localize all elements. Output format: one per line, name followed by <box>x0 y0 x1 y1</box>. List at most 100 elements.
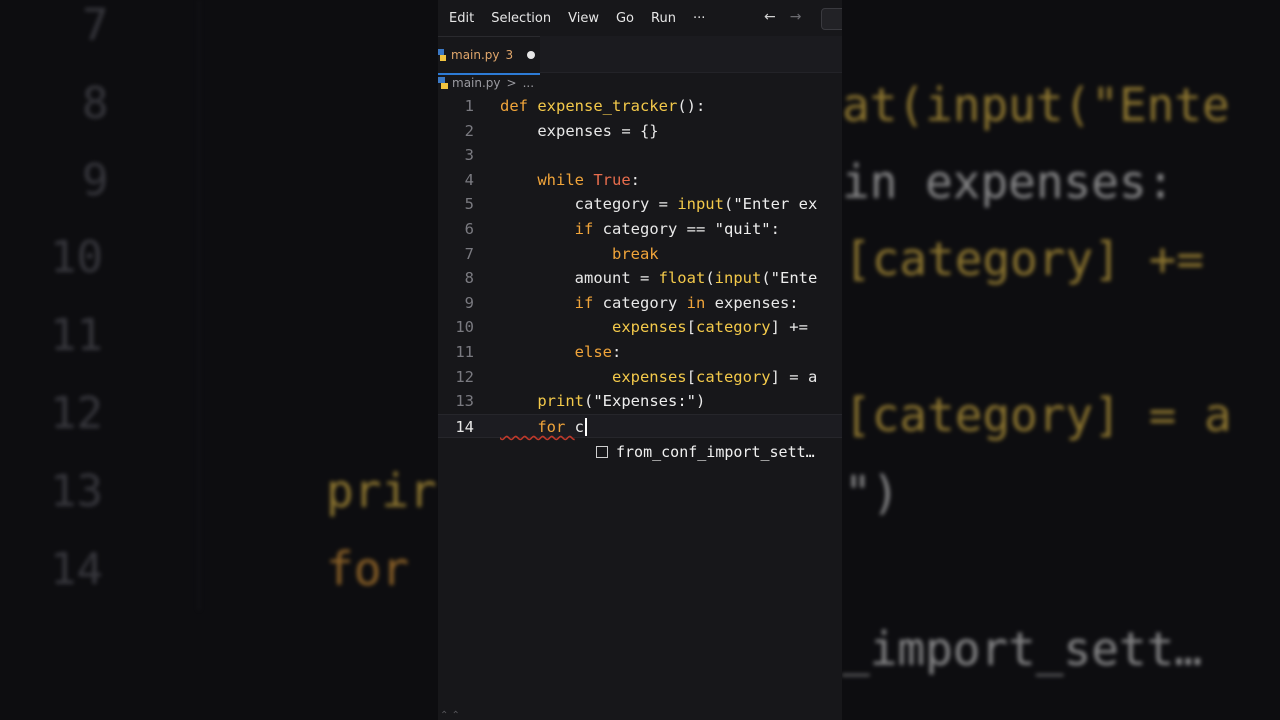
line-number: 7 <box>464 244 474 263</box>
breadcrumb-more[interactable]: ... <box>523 76 534 90</box>
tab-main-py[interactable]: main.py 3 <box>438 36 540 75</box>
code-text: amount = float(input("Ente <box>500 266 818 290</box>
code-token: "Expenses:" <box>593 392 696 411</box>
code-token: category == <box>602 220 715 238</box>
code-token: while <box>500 170 594 189</box>
bg-line-number: 8 <box>82 78 109 129</box>
text-cursor <box>585 418 587 437</box>
code-token: print <box>500 392 584 411</box>
code-line[interactable]: 6 if category == "quit": <box>438 217 842 241</box>
code-token: c <box>574 417 584 436</box>
bg-line-number: 12 <box>50 388 103 439</box>
code-text: expenses = {} <box>500 119 659 143</box>
breadcrumb-separator: > <box>506 76 517 90</box>
code-token: input <box>677 195 724 214</box>
code-line[interactable]: 5 category = input("Enter ex <box>438 192 842 216</box>
code-text: if category in expenses: <box>500 291 799 315</box>
bg-code-fragment: _import_sett… <box>842 622 1203 676</box>
menu-selection[interactable]: Selection <box>491 11 551 26</box>
bg-line-number: 10 <box>50 232 103 283</box>
bg-code-fragment: [category] += <box>844 232 1205 286</box>
code-token: "Enter ex <box>733 195 818 214</box>
code-token: "quit" <box>714 220 771 238</box>
line-number: 12 <box>455 367 474 386</box>
code-token: (): <box>677 97 706 115</box>
code-token: True <box>593 170 631 189</box>
code-token: input <box>714 269 762 288</box>
code-line[interactable]: 10 expenses[category] += <box>438 315 842 339</box>
breadcrumb: main.py > ... <box>438 74 534 92</box>
code-token: expense_tracker <box>537 97 678 115</box>
back-arrow-icon[interactable]: ← <box>764 9 776 25</box>
line-number: 4 <box>464 170 474 189</box>
code-line[interactable]: 2 expenses = {} <box>438 119 842 143</box>
code-token: : <box>611 343 622 361</box>
code-line[interactable]: 13 print("Expenses:") <box>438 389 842 413</box>
code-text: while True: <box>500 168 640 192</box>
code-token: "Ente <box>770 269 818 288</box>
line-number: 11 <box>455 343 474 361</box>
bg-code-fragment: for <box>326 542 410 596</box>
background-gutter-divider <box>198 0 200 610</box>
code-token: else <box>500 343 612 361</box>
code-text: def expense_tracker(): <box>500 94 705 118</box>
menu-run[interactable]: Run <box>651 11 676 26</box>
code-token: expenses <box>500 318 687 337</box>
python-icon <box>438 77 448 89</box>
line-number: 8 <box>464 269 474 288</box>
code-line[interactable]: 12 expenses[category] = a <box>438 365 842 389</box>
breadcrumb-file[interactable]: main.py <box>452 76 501 90</box>
background-left-blur: 7 8 9 10 11 12 13 14 prir for <box>0 0 438 720</box>
code-token: category <box>695 367 771 386</box>
code-token: ) <box>696 392 706 411</box>
code-text: print("Expenses:") <box>500 389 705 413</box>
menu-view[interactable]: View <box>568 11 599 26</box>
line-number: 2 <box>464 121 474 140</box>
code-token: ( <box>723 195 734 214</box>
code-token: expenses = {} <box>500 121 659 140</box>
code-editor-window: Edit Selection View Go Run ··· ← → main.… <box>438 0 842 720</box>
code-token: category <box>695 318 771 337</box>
code-token: break <box>500 244 659 263</box>
code-token: in <box>686 293 715 312</box>
code-text: if category == "quit": <box>500 217 780 241</box>
code-line[interactable]: 3 <box>438 143 842 167</box>
bg-code-fragment: [category] = a <box>844 388 1232 442</box>
code-token: [ <box>686 367 696 386</box>
code-line[interactable]: 4 while True: <box>438 168 842 192</box>
code-line[interactable]: 1 def expense_tracker(): <box>438 94 842 118</box>
forward-arrow-icon[interactable]: → <box>790 9 802 25</box>
python-icon <box>438 49 446 61</box>
bg-line-number: 7 <box>82 0 109 51</box>
code-token: ] += <box>770 318 808 337</box>
bg-code-fragment: at(input("Ente <box>842 78 1230 132</box>
menu-go[interactable]: Go <box>616 11 634 26</box>
line-number: 9 <box>464 293 474 312</box>
unsaved-dot-icon[interactable] <box>527 51 536 59</box>
code-token: def <box>500 97 538 115</box>
code-token: category = <box>500 195 678 214</box>
navigation-arrows: ← → <box>764 9 801 25</box>
code-line[interactable]: 9 if category in expenses: <box>438 291 842 315</box>
code-text: else: <box>500 340 622 364</box>
code-text: expenses[category] = a <box>500 365 817 389</box>
menu-edit[interactable]: Edit <box>449 11 474 26</box>
code-line[interactable]: 7 break <box>438 242 842 266</box>
command-center-box[interactable] <box>821 8 842 30</box>
code-line[interactable]: 11 else: <box>438 340 842 364</box>
code-line[interactable]: 14 for c <box>438 413 842 439</box>
tab-bar: main.py 3 <box>438 36 842 75</box>
autocomplete-suggestion[interactable]: from_conf_import_sett… <box>590 440 842 464</box>
code-token: ( <box>705 269 715 288</box>
line-number: 10 <box>455 318 474 337</box>
menu-more[interactable]: ··· <box>693 11 705 26</box>
status-corner-mark: ⌃ ⌃ <box>440 710 460 720</box>
code-line[interactable]: 8 amount = float(input("Ente <box>438 266 842 290</box>
code-token: ( <box>761 269 771 288</box>
line-number: 14 <box>455 417 474 436</box>
tab-problem-count: 3 <box>505 48 514 62</box>
code-text: for c <box>500 415 587 439</box>
code-token: ( <box>584 392 594 411</box>
bg-code-fragment: in expenses: <box>842 155 1175 209</box>
bg-line-number: 13 <box>50 466 103 517</box>
